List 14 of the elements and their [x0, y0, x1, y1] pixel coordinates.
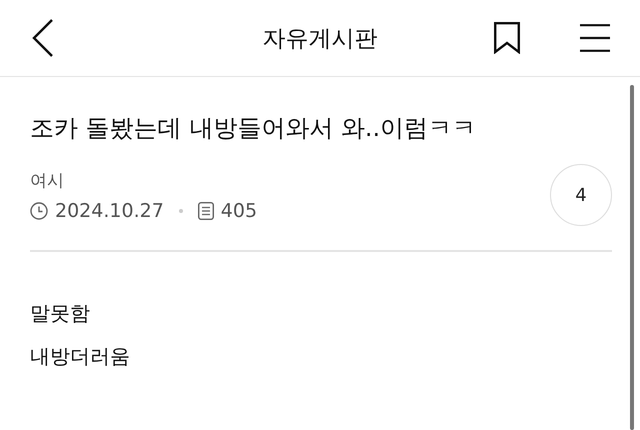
author-name: 여시: [30, 170, 65, 192]
post-title: 조카 돌봤는데 내방들어와서 와..이럼ㅋㅋ: [30, 113, 478, 144]
bookmark-icon[interactable]: [494, 22, 520, 54]
body-text: 말못함: [30, 300, 91, 327]
menu-icon[interactable]: [580, 24, 610, 52]
page-title: 자유게시판: [262, 24, 378, 54]
body-text: 내방더러움: [30, 342, 131, 370]
comment-count-button[interactable]: 4: [550, 164, 612, 226]
post-date: 2024.10.27: [55, 200, 164, 222]
view-count: 405: [220, 200, 258, 222]
clock-icon: [30, 202, 48, 220]
document-icon: [198, 202, 214, 220]
separator-dot: [178, 208, 183, 213]
back-icon[interactable]: [32, 19, 54, 57]
